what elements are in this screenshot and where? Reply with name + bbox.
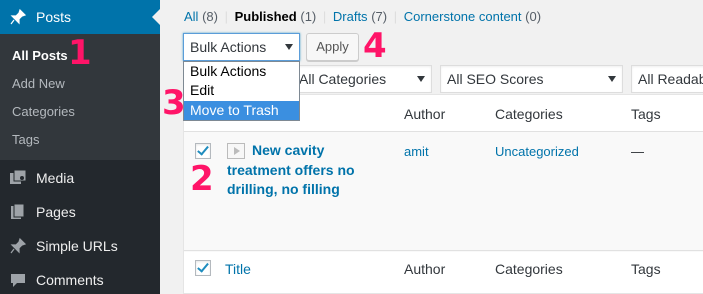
media-icon (9, 169, 27, 187)
post-tags: — (631, 144, 644, 159)
option-bulk-actions[interactable]: Bulk Actions (184, 62, 299, 81)
submenu-add-new[interactable]: Add New (12, 76, 65, 91)
status-drafts-count: (7) (371, 9, 388, 24)
readability-filter-select[interactable]: All Readab (631, 65, 703, 93)
checkmark-icon (197, 260, 209, 273)
status-cornerstone-count: (0) (525, 9, 542, 24)
status-cornerstone-link[interactable]: Cornerstone content (0) (404, 9, 541, 24)
status-drafts-link[interactable]: Drafts (7) (333, 9, 387, 24)
categories-filter-value: All Categories (299, 71, 387, 87)
menu-posts-label: Posts (36, 9, 72, 25)
chevron-down-icon (417, 76, 425, 82)
pages-icon (9, 203, 27, 221)
status-all-link[interactable]: All (8) (184, 9, 218, 24)
select-all-checkbox[interactable] (195, 260, 211, 276)
column-footer-tags: Tags (631, 261, 661, 277)
bulk-actions-dropdown-list: Bulk Actions Edit Move to Trash (183, 61, 300, 121)
option-edit[interactable]: Edit (184, 81, 299, 100)
column-header-author[interactable]: Author (404, 106, 445, 122)
current-menu-arrow (152, 9, 160, 25)
menu-media-label: Media (36, 170, 75, 186)
status-cornerstone-label: Cornerstone content (403, 9, 522, 24)
chevron-down-icon (608, 76, 616, 82)
checkmark-icon (197, 143, 209, 156)
separator: | (322, 9, 327, 24)
seo-filter-value: All SEO Scores (447, 71, 544, 87)
post-category-link[interactable]: Uncategorized (495, 144, 579, 159)
menu-media[interactable]: Media (0, 161, 160, 195)
chevron-down-icon (285, 44, 293, 50)
categories-filter-select[interactable]: All Categories (292, 65, 432, 93)
bulk-actions-select[interactable]: Bulk Actions (183, 33, 300, 61)
submenu-tags[interactable]: Tags (12, 132, 39, 147)
status-published-count: (1) (300, 9, 317, 24)
annotation-1: 1 (68, 33, 92, 73)
comment-icon (9, 271, 27, 289)
post-title-link[interactable]: New cavity treatment offers no drilling,… (227, 141, 367, 200)
post-status-filter: All (8) | Published (1) | Drafts (7) | C… (184, 9, 541, 24)
submenu-all-posts[interactable]: All Posts (12, 48, 68, 63)
row-checkbox[interactable] (195, 143, 211, 159)
pin-icon (9, 8, 27, 26)
submenu-categories[interactable]: Categories (12, 104, 75, 119)
wp-admin-posts-screen: Posts All Posts Add New Categories Tags … (0, 0, 703, 294)
apply-button[interactable]: Apply (306, 33, 359, 61)
status-drafts-label: Drafts (332, 9, 368, 24)
menu-simple-urls[interactable]: Simple URLs (0, 229, 160, 263)
column-header-categories: Categories (495, 106, 563, 122)
column-footer-categories: Categories (495, 261, 563, 277)
bulk-actions-value: Bulk Actions (190, 39, 267, 55)
menu-comments[interactable]: Comments (0, 263, 160, 294)
annotation-2: 2 (190, 159, 214, 199)
post-author-link[interactable]: amit (404, 144, 429, 159)
menu-pages-label: Pages (36, 204, 76, 220)
annotation-4: 4 (363, 26, 387, 66)
status-published-link[interactable]: Published (1) (235, 9, 317, 24)
pin-icon (9, 237, 27, 255)
column-footer-author[interactable]: Author (404, 261, 445, 277)
column-footer-title[interactable]: Title (225, 261, 251, 277)
menu-comments-label: Comments (36, 272, 104, 288)
status-published-label: Published (234, 9, 297, 24)
status-all-label: All (184, 9, 199, 24)
seo-filter-select[interactable]: All SEO Scores (440, 65, 623, 93)
menu-pages[interactable]: Pages (0, 195, 160, 229)
annotation-3: 3 (162, 83, 186, 123)
option-move-to-trash[interactable]: Move to Trash (184, 101, 299, 120)
menu-simple-urls-label: Simple URLs (36, 238, 118, 254)
readability-filter-value: All Readab (638, 71, 703, 87)
posts-table: Author Categories Tags New cavity treatm… (183, 94, 703, 294)
footer-divider (184, 250, 703, 251)
separator: | (224, 9, 228, 24)
status-all-count: (8) (202, 9, 218, 24)
menu-posts[interactable]: Posts (0, 0, 160, 34)
separator: | (393, 9, 398, 24)
column-header-tags: Tags (631, 106, 661, 122)
